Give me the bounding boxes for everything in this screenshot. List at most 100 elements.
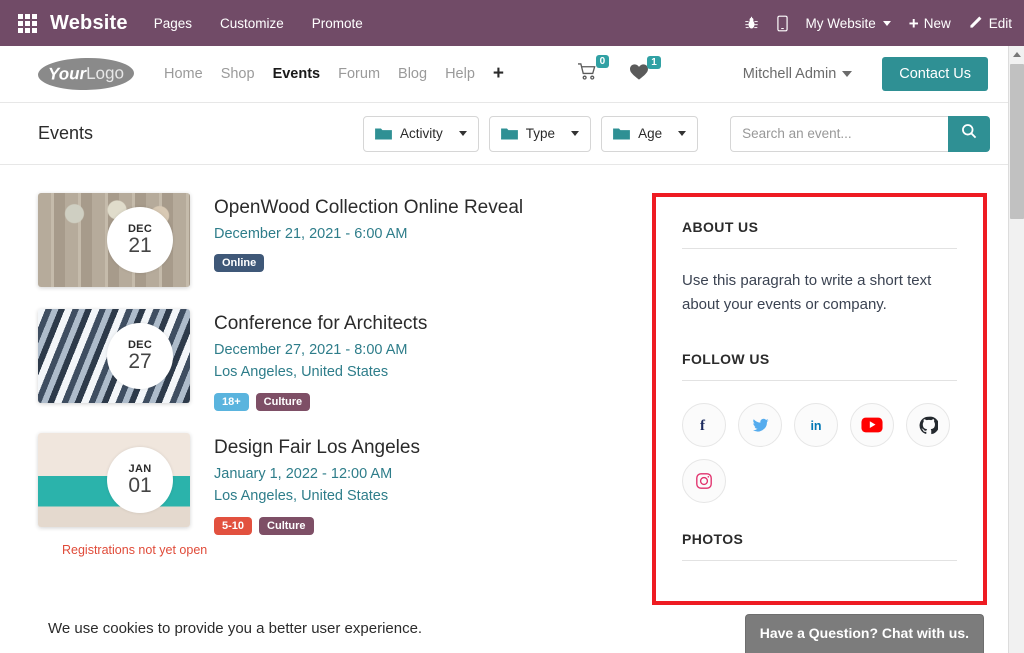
- event-date-badge: DEC 21: [107, 207, 173, 273]
- edit-button-label: Edit: [989, 16, 1012, 31]
- event-tags: 18+ Culture: [214, 393, 427, 411]
- backend-menu-promote[interactable]: Promote: [312, 16, 363, 31]
- filter-type-dropdown[interactable]: Type: [489, 116, 591, 152]
- heart-icon: [629, 63, 649, 86]
- registration-status-note: Registrations not yet open: [62, 543, 207, 557]
- filter-activity-label: Activity: [400, 126, 443, 141]
- event-thumbnail[interactable]: DEC 21: [38, 193, 190, 287]
- event-list-item[interactable]: JAN 01 Design Fair Los Angeles January 1…: [38, 433, 640, 535]
- event-thumbnail[interactable]: JAN 01: [38, 433, 190, 527]
- svg-text:f: f: [700, 418, 706, 434]
- user-menu[interactable]: Mitchell Admin: [743, 66, 852, 82]
- cart-button[interactable]: 0: [577, 62, 612, 86]
- logo-normal-text: Logo: [86, 63, 124, 84]
- user-menu-label: Mitchell Admin: [743, 66, 836, 82]
- backend-topbar-right: My Website + New Edit: [744, 0, 1013, 46]
- odoo-backend-topbar: Website Pages Customize Promote My Websi…: [0, 0, 1024, 46]
- event-thumbnail[interactable]: DEC 27: [38, 309, 190, 403]
- events-list: DEC 21 OpenWood Collection Online Reveal…: [0, 193, 640, 653]
- event-tag[interactable]: Culture: [259, 517, 314, 535]
- event-date-day: 01: [128, 475, 151, 497]
- cookie-notice: We use cookies to provide you a better u…: [48, 620, 422, 637]
- event-datetime: December 27, 2021 - 8:00 AM: [214, 339, 427, 361]
- apps-grid-icon[interactable]: [10, 14, 44, 33]
- edit-button[interactable]: Edit: [969, 14, 1012, 32]
- website-header-right: 0 1 Mitchell Admin Contact Us: [577, 57, 1008, 91]
- folder-icon: [375, 127, 392, 141]
- search-button[interactable]: [948, 116, 990, 152]
- event-tag[interactable]: 5-10: [214, 517, 252, 535]
- website-frame: YourLogo Home Shop Events Forum Blog Hel…: [0, 46, 1024, 653]
- backend-menu-customize[interactable]: Customize: [220, 16, 284, 31]
- backend-menu: Pages Customize Promote: [154, 16, 363, 31]
- livechat-button[interactable]: Have a Question? Chat with us.: [745, 614, 984, 653]
- search-icon: [961, 123, 977, 144]
- event-tag[interactable]: 18+: [214, 393, 249, 411]
- social-links: f in: [682, 403, 972, 503]
- chevron-down-icon: [571, 131, 579, 136]
- bug-icon[interactable]: [744, 15, 759, 31]
- wishlist-count-badge: 1: [647, 56, 661, 69]
- sidebar-annotation-box: ABOUT US Use this paragrah to write a sh…: [652, 193, 987, 605]
- new-button-label: New: [924, 16, 951, 31]
- wishlist-button[interactable]: 1: [629, 63, 663, 86]
- event-location: Los Angeles, United States: [214, 485, 420, 507]
- twitter-icon[interactable]: [738, 403, 782, 447]
- event-title[interactable]: OpenWood Collection Online Reveal: [214, 197, 523, 219]
- page-title: Events: [38, 123, 93, 144]
- event-info: Design Fair Los Angeles January 1, 2022 …: [214, 433, 420, 535]
- event-info: Conference for Architects December 27, 2…: [214, 309, 427, 411]
- events-page-content: DEC 21 OpenWood Collection Online Reveal…: [0, 165, 1008, 653]
- filter-type-label: Type: [526, 126, 555, 141]
- scroll-up-arrow-icon[interactable]: [1009, 46, 1024, 62]
- chevron-down-icon: [459, 131, 467, 136]
- site-logo[interactable]: YourLogo: [38, 57, 135, 91]
- filter-age-dropdown[interactable]: Age: [601, 116, 698, 152]
- facebook-icon[interactable]: f: [682, 403, 726, 447]
- cart-icon: [577, 62, 598, 86]
- new-button[interactable]: + New: [909, 15, 951, 32]
- event-list-item[interactable]: DEC 21 OpenWood Collection Online Reveal…: [38, 193, 640, 287]
- vertical-scrollbar[interactable]: [1008, 46, 1024, 653]
- nav-item-events[interactable]: Events: [273, 66, 321, 82]
- nav-item-forum[interactable]: Forum: [338, 66, 380, 82]
- event-tags: 5-10 Culture: [214, 517, 420, 535]
- youtube-icon[interactable]: [850, 403, 894, 447]
- backend-app-title: Website: [50, 12, 128, 35]
- event-datetime: December 21, 2021 - 6:00 AM: [214, 223, 523, 245]
- event-date-day: 21: [128, 235, 151, 257]
- linkedin-icon[interactable]: in: [794, 403, 838, 447]
- event-tag[interactable]: Culture: [256, 393, 311, 411]
- website-selector-label: My Website: [806, 16, 876, 31]
- mobile-preview-icon[interactable]: [777, 15, 788, 32]
- nav-item-help[interactable]: Help: [445, 66, 475, 82]
- event-tags: Online: [214, 254, 523, 272]
- nav-item-shop[interactable]: Shop: [221, 66, 255, 82]
- event-tag[interactable]: Online: [214, 254, 264, 272]
- event-location: Los Angeles, United States: [214, 361, 427, 383]
- website-header: YourLogo Home Shop Events Forum Blog Hel…: [0, 46, 1008, 103]
- add-page-plus-icon[interactable]: +: [493, 63, 504, 85]
- about-us-heading: ABOUT US: [682, 219, 957, 249]
- event-title[interactable]: Design Fair Los Angeles: [214, 437, 420, 459]
- chevron-down-icon: [842, 71, 852, 77]
- search-input[interactable]: [730, 116, 948, 152]
- nav-item-home[interactable]: Home: [164, 66, 203, 82]
- cart-count-badge: 0: [596, 55, 610, 68]
- scrollbar-thumb[interactable]: [1010, 64, 1024, 219]
- photos-heading: PHOTOS: [682, 531, 957, 561]
- github-icon[interactable]: [906, 403, 950, 447]
- event-list-item[interactable]: DEC 27 Conference for Architects Decembe…: [38, 309, 640, 411]
- event-date-day: 27: [128, 351, 151, 373]
- filter-activity-dropdown[interactable]: Activity: [363, 116, 479, 152]
- plus-icon: +: [909, 15, 919, 32]
- website-selector[interactable]: My Website: [806, 16, 891, 31]
- event-title[interactable]: Conference for Architects: [214, 313, 427, 335]
- svg-text:in: in: [810, 419, 821, 433]
- events-sidebar: ABOUT US Use this paragrah to write a sh…: [656, 197, 983, 561]
- site-nav: Home Shop Events Forum Blog Help +: [164, 63, 504, 85]
- contact-us-button[interactable]: Contact Us: [882, 57, 988, 91]
- backend-menu-pages[interactable]: Pages: [154, 16, 192, 31]
- nav-item-blog[interactable]: Blog: [398, 66, 427, 82]
- instagram-icon[interactable]: [682, 459, 726, 503]
